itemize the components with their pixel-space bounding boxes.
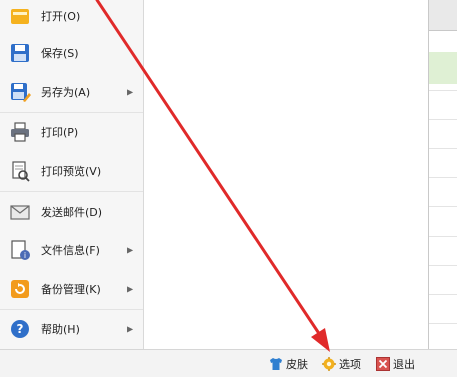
folder-icon — [9, 5, 31, 27]
printer-icon — [9, 121, 31, 143]
svg-text:?: ? — [17, 322, 24, 336]
skin-button[interactable]: 皮肤 — [269, 355, 308, 373]
menu-item-print-preview[interactable]: 打印预览(V) — [0, 153, 143, 189]
print-preview-icon — [9, 160, 31, 182]
menu-item-label: 文件信息(F) — [41, 244, 100, 257]
submenu-arrow-icon: ▶ — [127, 284, 134, 294]
menu-item-file-info[interactable]: i 文件信息(F) ▶ — [0, 232, 143, 268]
menu-divider — [0, 191, 143, 192]
grid-line — [429, 206, 457, 207]
menu-item-open[interactable]: 打开(O) — [0, 0, 143, 34]
options-label: 选项 — [339, 358, 361, 371]
gear-icon — [322, 357, 336, 371]
menu-divider — [0, 309, 143, 310]
grid-line — [429, 236, 457, 237]
menu-item-save-as[interactable]: 另存为(A) ▶ — [0, 74, 143, 110]
file-info-icon: i — [9, 239, 31, 261]
close-icon — [376, 357, 390, 371]
submenu-arrow-icon: ▶ — [127, 245, 134, 255]
floppy-disk-icon — [9, 42, 31, 64]
menu-item-label: 另存为(A) — [41, 86, 91, 99]
file-menu: 打开(O) 保存(S) 另存为(A) ▶ 打印(P) 打印预览(V) 发送邮件(… — [0, 0, 144, 349]
grid-line — [429, 323, 457, 324]
grid-line — [429, 90, 457, 91]
help-icon: ? — [9, 318, 31, 340]
backup-icon — [9, 278, 31, 300]
menu-item-help[interactable]: ? 帮助(H) ▶ — [0, 311, 143, 347]
spreadsheet-grid — [428, 0, 457, 349]
submenu-arrow-icon: ▶ — [127, 324, 134, 334]
menu-item-label: 发送邮件(D) — [41, 206, 103, 219]
skin-label: 皮肤 — [286, 358, 308, 371]
menu-item-label: 打印(P) — [41, 126, 79, 139]
exit-button[interactable]: 退出 — [376, 355, 415, 373]
highlighted-row — [429, 52, 457, 84]
grid-line — [429, 294, 457, 295]
svg-text:i: i — [24, 251, 26, 260]
menu-item-label: 帮助(H) — [41, 323, 80, 336]
options-button[interactable]: 选项 — [322, 355, 361, 373]
menu-item-print[interactable]: 打印(P) — [0, 114, 143, 150]
menu-item-label: 打印预览(V) — [41, 165, 102, 178]
menu-item-save[interactable]: 保存(S) — [0, 35, 143, 71]
sheet-header — [429, 0, 457, 31]
tshirt-icon — [269, 357, 283, 371]
menu-item-label: 打开(O) — [41, 10, 81, 23]
grid-line — [429, 148, 457, 149]
grid-line — [429, 119, 457, 120]
menu-item-backup[interactable]: 备份管理(K) ▶ — [0, 271, 143, 307]
menu-detail-panel — [144, 0, 428, 349]
menu-item-label: 备份管理(K) — [41, 283, 101, 296]
submenu-arrow-icon: ▶ — [127, 87, 134, 97]
exit-label: 退出 — [393, 358, 415, 371]
menu-bottom-bar: 皮肤 选项 退出 — [0, 349, 457, 377]
grid-line — [429, 177, 457, 178]
save-as-icon — [9, 81, 31, 103]
menu-item-send-email[interactable]: 发送邮件(D) — [0, 194, 143, 230]
menu-divider — [0, 112, 143, 113]
menu-item-label: 保存(S) — [41, 47, 79, 60]
envelope-icon — [9, 201, 31, 223]
grid-line — [429, 265, 457, 266]
